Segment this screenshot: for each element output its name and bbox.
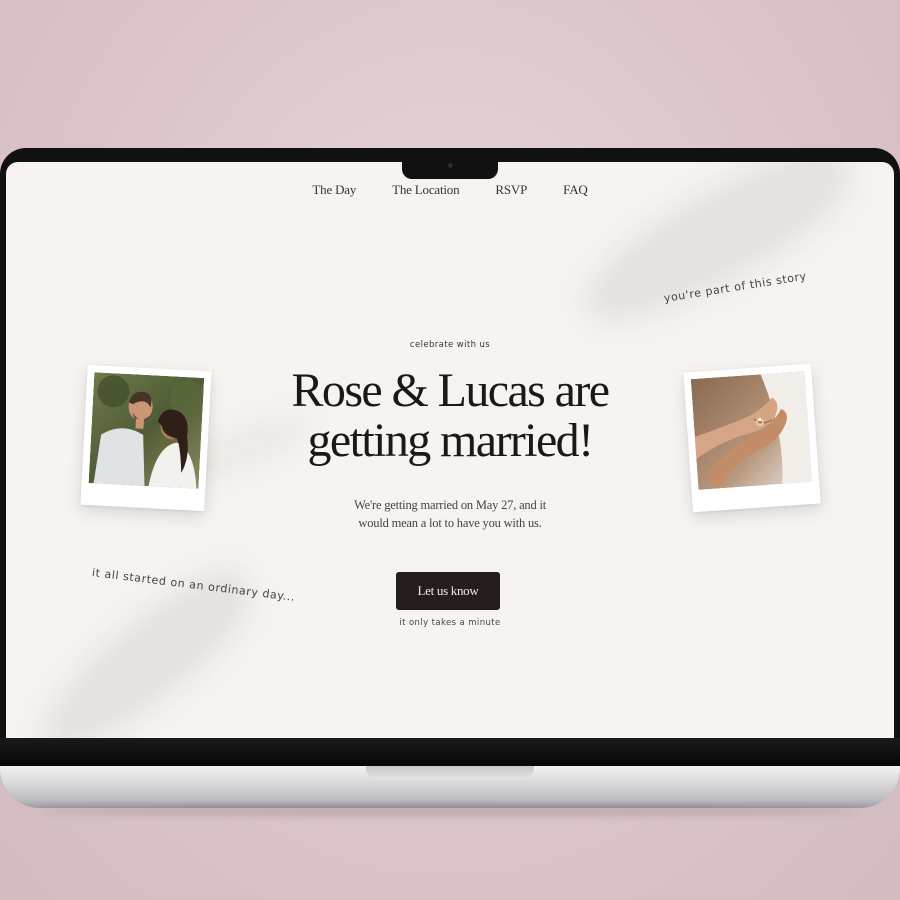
hero-eyebrow: celebrate with us <box>409 340 491 350</box>
main-nav: The Day The Location RSVP FAQ <box>6 182 894 198</box>
laptop-thumb-notch <box>366 766 534 780</box>
nav-faq[interactable]: FAQ <box>563 182 588 198</box>
hero-subtext: We're getting married on May 27, and it … <box>354 498 546 530</box>
camera-icon <box>448 163 453 168</box>
laptop-shadow <box>40 806 860 816</box>
headline-line-2: getting married! <box>307 414 595 467</box>
nav-rsvp[interactable]: RSVP <box>495 182 527 198</box>
camera-notch <box>402 159 498 179</box>
nav-the-day[interactable]: The Day <box>312 182 356 198</box>
hero-headline: Rose & Lucas are getting married! <box>6 366 894 466</box>
nav-the-location[interactable]: The Location <box>392 182 459 198</box>
laptop-base <box>0 766 900 808</box>
headline-line-1: Rose & Lucas are <box>291 364 611 417</box>
rsvp-cta-button[interactable]: Let us know <box>396 572 500 610</box>
cta-note: it only takes a minute <box>399 618 501 628</box>
browser-screen: The Day The Location RSVP FAQ you're par… <box>6 162 894 738</box>
laptop-hinge <box>0 738 900 768</box>
